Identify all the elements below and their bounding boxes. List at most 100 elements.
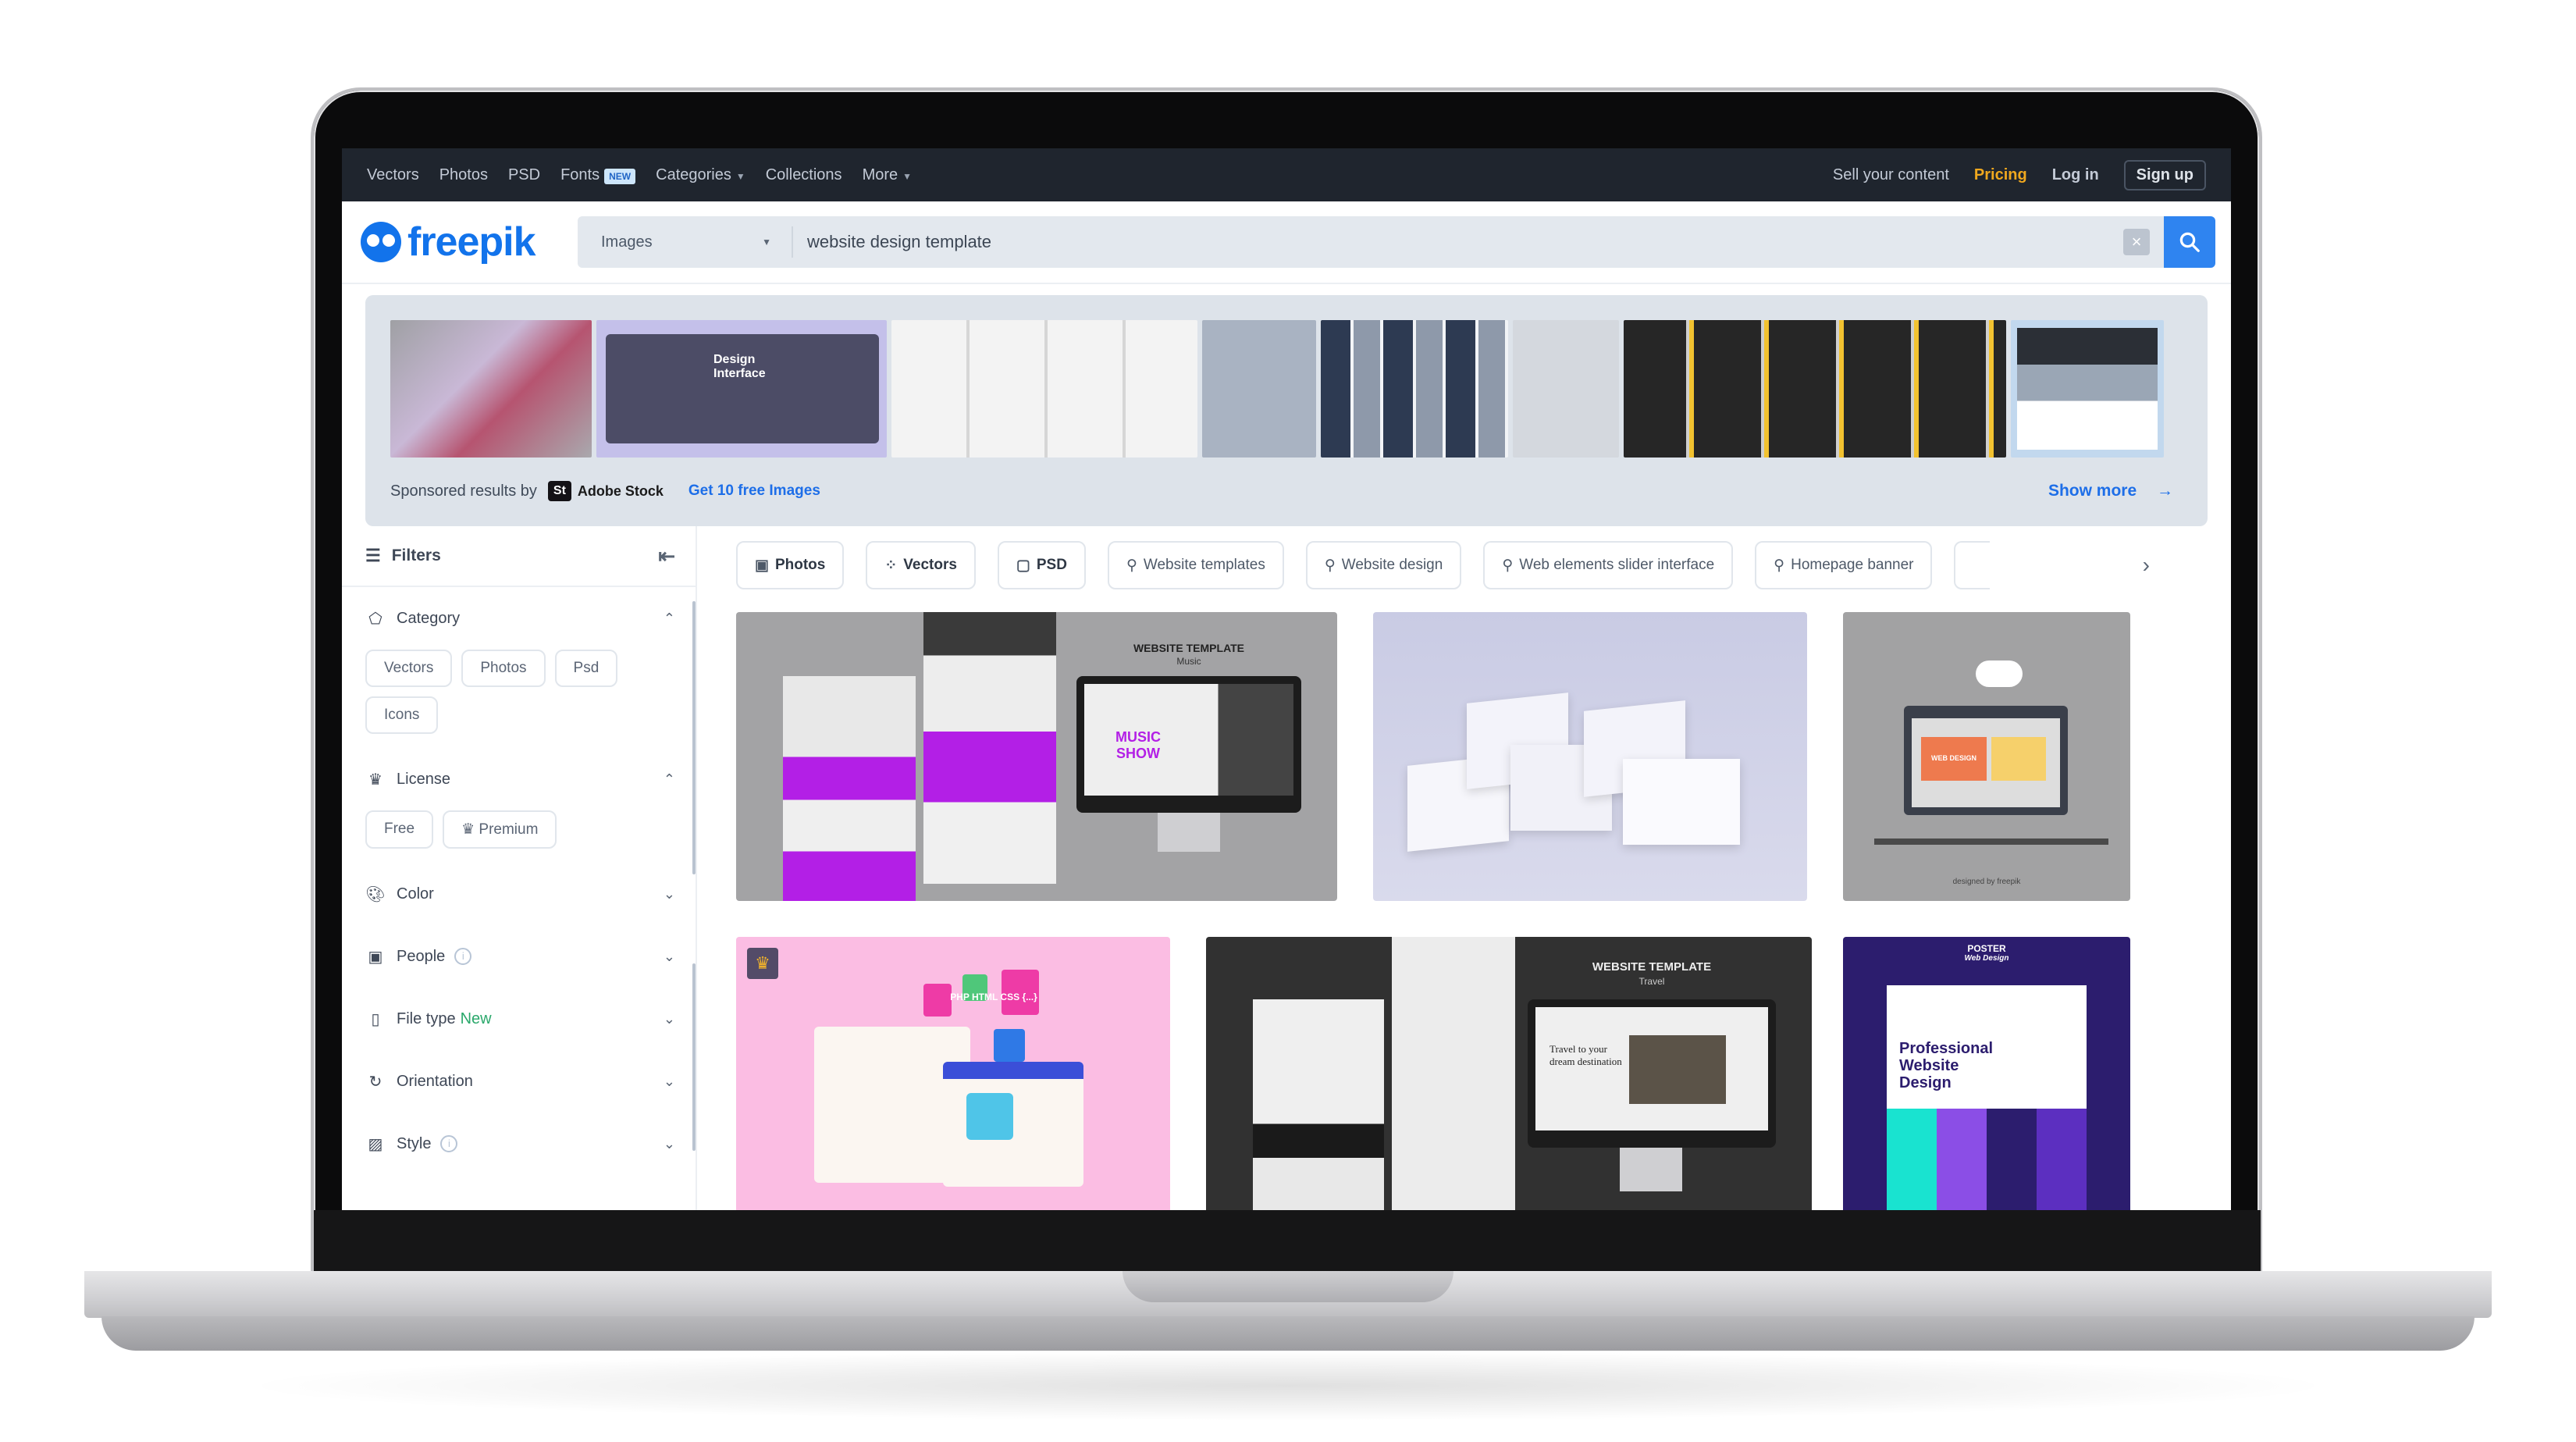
caret-down-icon: ▼ <box>902 170 913 182</box>
sponsored-thumbnail[interactable] <box>1624 320 2006 458</box>
filter-header-file-type[interactable]: ▯ File type New ⌄ <box>365 988 675 1050</box>
close-icon[interactable]: × <box>2123 229 2150 255</box>
nav-photos[interactable]: Photos <box>439 166 488 184</box>
nav-psd[interactable]: PSD <box>508 166 540 184</box>
sponsored-thumbnail[interactable]: Design Interface <box>596 320 887 458</box>
chip-label: Homepage banner <box>1791 557 1914 573</box>
chip-label: Vectors <box>903 557 957 573</box>
nav-categories[interactable]: Categories ▼ <box>656 166 745 184</box>
search-type-select[interactable]: Images ▼ <box>578 226 793 258</box>
filter-header-people[interactable]: ▣ People i ⌄ <box>365 925 675 988</box>
filter-header-orientation[interactable]: ↻ Orientation ⌄ <box>365 1050 675 1113</box>
sponsored-strip: Design Interface <box>390 320 2183 458</box>
chip-vectors[interactable]: ⁘ Vectors <box>866 541 976 589</box>
chip-psd[interactable]: ▢ PSD <box>997 541 1086 589</box>
results-body: ☰ Filters ⇤ ⬠ Category ⌃ Vectors Photos … <box>342 526 2231 1210</box>
category-option-vectors[interactable]: Vectors <box>365 650 453 687</box>
license-option-premium[interactable]: ♛ Premium <box>443 810 557 849</box>
sidebar-scrollbar[interactable] <box>692 601 696 874</box>
card-overlay-text: MUSIC SHOW <box>1115 729 1161 761</box>
category-option-photos[interactable]: Photos <box>461 650 546 687</box>
signup-button[interactable]: Sign up <box>2123 159 2206 190</box>
filter-label: Category <box>397 609 461 627</box>
sponsored-thumbnail[interactable] <box>390 320 592 458</box>
search-input[interactable] <box>793 232 2123 252</box>
show-more-link[interactable]: Show more → <box>2048 482 2173 500</box>
sponsored-thumbnail[interactable] <box>891 320 1197 458</box>
chip-label: Website design <box>1341 557 1443 573</box>
chip-label: PSD <box>1036 557 1067 573</box>
nav-collections[interactable]: Collections <box>766 166 842 184</box>
chip-homepage-banner[interactable]: ⚲ Homepage banner <box>1755 541 1933 589</box>
sponsored-thumbnail[interactable] <box>1202 320 1316 458</box>
search-icon: ⚲ <box>1502 557 1514 574</box>
result-card[interactable]: POSTER Web Design Professional Website D… <box>1843 937 2130 1210</box>
info-icon[interactable]: i <box>440 1135 458 1152</box>
provider-name: Adobe Stock <box>577 482 664 499</box>
search-icon <box>2179 232 2200 252</box>
chip-web-elements-slider-interface[interactable]: ⚲ Web elements slider interface <box>1483 541 1734 589</box>
category-option-psd[interactable]: Psd <box>554 650 618 687</box>
card-subtitle: Music <box>1176 656 1201 667</box>
chip-partial[interactable] <box>1954 541 1991 589</box>
sponsored-thumbnail[interactable] <box>2011 320 2164 458</box>
sponsored-thumbnail[interactable] <box>1513 320 1619 458</box>
filters-header: ☰ Filters ⇤ <box>342 526 696 587</box>
portrait-icon: ▣ <box>368 948 383 966</box>
filter-header-category[interactable]: ⬠ Category ⌃ <box>365 587 675 650</box>
result-card[interactable]: WEB DESIGN designed by freepik <box>1843 612 2130 901</box>
top-navigation: Vectors Photos PSD Fonts NEW Categories ▼ … <box>342 148 2231 201</box>
card-subtitle: Travel <box>1638 976 1665 987</box>
chip-photos[interactable]: ▣ Photos <box>736 541 845 589</box>
filters-sidebar: ☰ Filters ⇤ ⬠ Category ⌃ Vectors Photos … <box>342 526 697 1210</box>
nav-vectors[interactable]: Vectors <box>367 166 419 184</box>
sell-content-link[interactable]: Sell your content <box>1833 166 1949 184</box>
collapse-sidebar-icon[interactable]: ⇤ <box>658 544 675 568</box>
new-tag: New <box>460 1009 492 1027</box>
filter-label: License <box>397 770 450 788</box>
info-icon[interactable]: i <box>454 948 472 965</box>
sponsored-footer: Sponsored results by St Adobe Stock Get … <box>390 481 2173 501</box>
license-option-free[interactable]: Free <box>365 810 434 849</box>
card-title: POSTER <box>1967 943 2006 954</box>
filter-section-color: 🎨︎ Color ⌄ <box>342 863 696 925</box>
adobe-stock-logo: St <box>547 481 571 501</box>
filter-section-category: ⬠ Category ⌃ Vectors Photos Psd Icons <box>342 587 696 748</box>
filter-section-orientation: ↻ Orientation ⌄ <box>342 1050 696 1113</box>
chevron-right-icon[interactable]: › <box>2143 553 2150 578</box>
sidebar-scrollbar-lower[interactable] <box>692 963 696 1151</box>
chip-website-templates[interactable]: ⚲ Website templates <box>1107 541 1284 589</box>
result-card[interactable]: WEBSITE TEMPLATE Music MUSIC SHOW <box>736 612 1337 901</box>
result-card[interactable]: WEBSITE TEMPLATE Travel Travel to your d… <box>1206 937 1812 1210</box>
filter-label: People <box>397 947 446 965</box>
results-main: ▣ Photos ⁘ Vectors ▢ PSD ⚲ Website templates… <box>697 526 2231 1210</box>
login-link[interactable]: Log in <box>2052 166 2099 184</box>
result-card[interactable]: 01 02 03 04 05 Website <box>1373 612 1807 901</box>
result-card[interactable]: ♛ PHP HTML CSS {...} <box>736 937 1170 1210</box>
nav-more[interactable]: More ▼ <box>863 166 912 184</box>
sponsored-thumbnail[interactable] <box>1321 320 1508 458</box>
image-sparkle-icon: ▨ <box>368 1135 383 1153</box>
filter-label: Orientation <box>397 1072 473 1090</box>
filter-header-color[interactable]: 🎨︎ Color ⌄ <box>365 863 675 925</box>
file-icon: ▯ <box>371 1010 380 1028</box>
nav-more-label: More <box>862 166 898 183</box>
nav-fonts-label: Fonts <box>560 166 600 183</box>
image-icon: ▣ <box>755 557 769 574</box>
freepik-logo[interactable]: freepik <box>361 219 564 265</box>
nav-fonts[interactable]: Fonts NEW <box>560 166 636 184</box>
filter-header-style[interactable]: ▨ Style i ⌄ <box>365 1113 675 1175</box>
card-overlay-text: 01 02 03 04 05 Website <box>1373 862 1807 863</box>
category-option-icons[interactable]: Icons <box>365 696 439 734</box>
chip-website-design[interactable]: ⚲ Website design <box>1305 541 1462 589</box>
pricing-link[interactable]: Pricing <box>1974 166 2027 184</box>
nav-categories-label: Categories <box>656 166 731 183</box>
search-button[interactable] <box>2164 216 2215 268</box>
shapes-icon: ⬠ <box>368 610 382 628</box>
card-overlay-text: PHP HTML CSS {...} <box>950 992 1037 1002</box>
get-free-images-link[interactable]: Get 10 free Images <box>688 482 820 500</box>
laptop-notch <box>1123 1271 1453 1302</box>
chip-label: Photos <box>774 557 826 573</box>
filter-header-license[interactable]: ♛ License ⌃ <box>365 748 675 810</box>
premium-crown-icon: ♛ <box>747 948 778 979</box>
